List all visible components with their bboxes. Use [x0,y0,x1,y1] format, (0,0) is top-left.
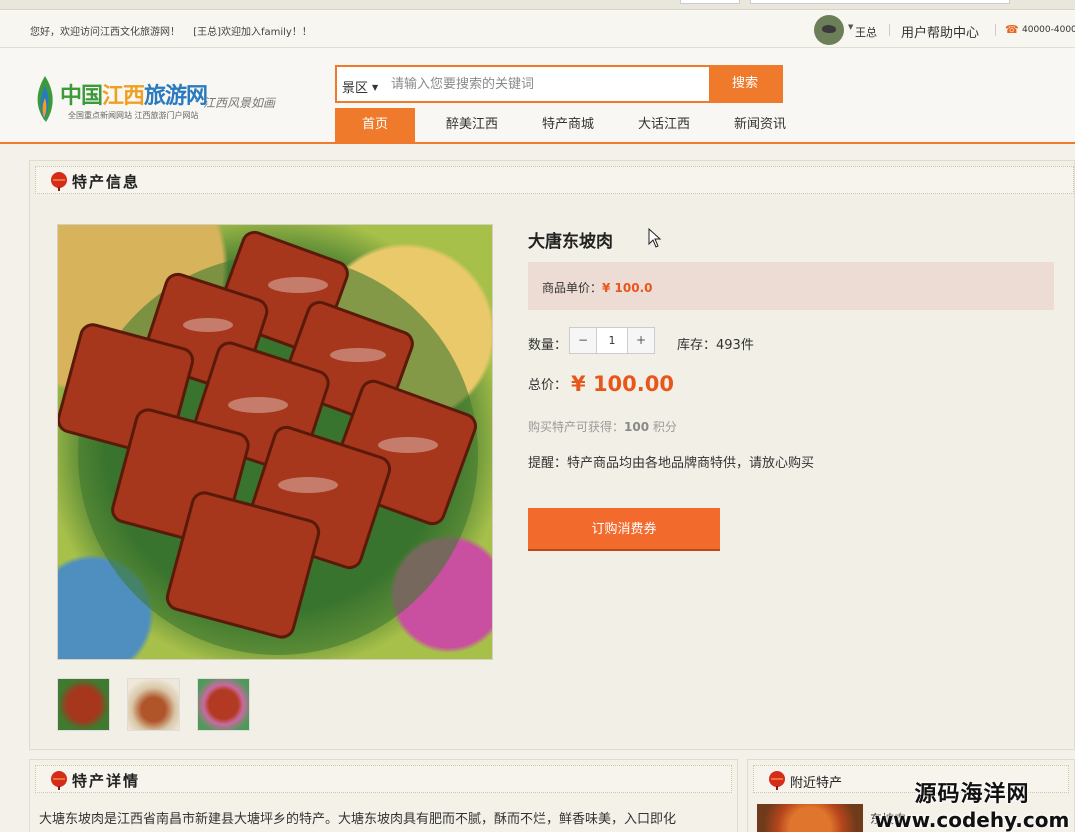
product-name: 大唐东坡肉 [528,232,613,252]
bird-avatar-icon [822,25,836,33]
avatar[interactable] [814,15,844,45]
nearby-section-title: 附近特产 [790,776,843,791]
logo-wordmark: 中国江西旅游网 [60,78,208,110]
search-bar: 景区▼ 搜索 [335,65,783,103]
nav-item-specialty-mall[interactable]: 特产商城 [529,108,607,142]
watermark: 源码海洋网 www.codehy.com [872,776,1072,832]
hotline-number: 40000-4000 [1022,25,1075,35]
top-info-bar: 您好，欢迎访问江西文化旅游网！ [王总]欢迎加入family！！ ▼ 王总 用户… [0,10,1075,48]
browser-address-edge [750,0,1010,4]
quantity-value[interactable]: 1 [596,328,628,353]
welcome-message: 您好，欢迎访问江西文化旅游网！ [30,27,180,38]
unit-price-label: 商品单价： [542,281,603,295]
buy-voucher-button[interactable]: 订购消费券 [528,508,720,551]
total-label: 总价： [528,378,568,393]
search-category-select[interactable]: 景区 ▼ [342,77,378,96]
watermark-url: www.codehy.com [874,808,1070,832]
points-value: 100 [624,420,650,434]
thumbnail-strip [57,678,250,731]
detail-section-title: 特产详情 [72,772,141,790]
lantern-icon [51,172,67,191]
divider [889,24,890,36]
quantity-label: 数量： [528,338,568,353]
lantern-icon [51,771,67,790]
logo-word-travel: 旅游网 [144,84,208,109]
stock-count: 库存：493件 [677,338,754,353]
leaf-logo-icon [37,76,53,122]
purchase-tip: 提醒：特产商品均由各地品牌商特供，请放心购买 [528,456,815,471]
nearby-item-image[interactable] [757,804,863,832]
quantity-stepper: − 1 + [569,327,655,354]
unit-price-box: 商品单价：¥ 100.0 [528,262,1054,310]
points-unit: 积分 [649,420,677,434]
browser-chrome-strip [0,0,1075,10]
search-category-label: 景区 [342,81,369,96]
thumbnail-1[interactable] [57,678,110,731]
decrease-button[interactable]: − [570,328,596,353]
help-center-link[interactable]: 用户帮助中心 [901,22,979,41]
product-panel: 特产信息 大唐东坡肉 商品单价：¥ 100.0 数量： − 1 + 库存：493… [29,160,1075,750]
section-title: 特产信息 [72,173,141,191]
nav-item-news[interactable]: 新闻资讯 [721,108,799,142]
search-input[interactable] [391,73,701,95]
detail-panel: 特产详情 大塘东坡肉是江西省南昌市新建县大塘坪乡的特产。大塘东坡肉具有肥而不腻，… [29,759,738,832]
total-price: 总价： ¥ 100.00 [528,372,674,396]
total-value: ¥ 100.00 [571,372,674,396]
mouse-cursor-icon [648,228,662,248]
unit-price-value: ¥ 100.0 [602,281,653,295]
username[interactable]: 王总 [855,24,877,40]
browser-tab-edge [680,0,740,4]
unit-price-row: 商品单价：¥ 100.0 [542,279,653,296]
join-message: [王总]欢迎加入family！！ [193,27,312,38]
points-label: 购买特产可获得： [528,420,625,434]
main-nav: 首页 醉美江西 特产商城 大话江西 新闻资讯 [335,108,799,142]
nav-item-home[interactable]: 首页 [335,108,415,142]
lantern-icon [769,771,785,790]
product-main-image [57,224,493,660]
site-logo[interactable]: 中国江西旅游网 全国重点新闻网站 江西旅游门户网站 [34,68,208,124]
section-header: 特产信息 [35,166,1074,194]
logo-word-jiangxi: 江西 [102,84,145,109]
points-info: 购买特产可获得：100 积分 [528,418,677,435]
detail-section-header: 特产详情 [35,765,732,793]
chevron-down-icon: ▼ [372,83,379,92]
braised-pork-image-icon [58,230,478,655]
logo-subtitle: 全国重点新闻网站 江西旅游门户网站 [68,111,199,120]
watermark-cn: 源码海洋网 [914,782,1030,807]
quantity-row: 数量： − 1 + 库存：493件 [528,327,1058,355]
site-header: 中国江西旅游网 全国重点新闻网站 江西旅游门户网站 江西风景如画 景区▼ 搜索 … [0,48,1075,144]
logo-word-china: 中国 [60,84,103,109]
user-menu-caret-icon[interactable]: ▼ [848,23,853,31]
divider [995,24,996,36]
product-description: 大塘东坡肉是江西省南昌市新建县大塘坪乡的特产。大塘东坡肉具有肥而不腻，酥而不烂，… [39,812,677,827]
slogan: 江西风景如画 [203,96,276,110]
welcome-text: 您好，欢迎访问江西文化旅游网！ [王总]欢迎加入family！！ [30,23,312,38]
search-button[interactable]: 搜索 [709,67,781,101]
thumbnail-2[interactable] [127,678,180,731]
increase-button[interactable]: + [628,328,654,353]
nav-item-talk-jiangxi[interactable]: 大话江西 [607,108,721,142]
nav-item-beautiful-jiangxi[interactable]: 醉美江西 [415,108,529,142]
phone-icon: ☎ [1005,23,1019,36]
thumbnail-3[interactable] [197,678,250,731]
